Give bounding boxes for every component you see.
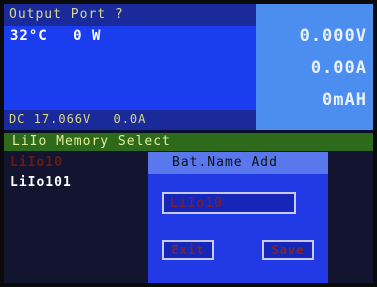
voltage-readout: 0.000V <box>299 26 367 46</box>
input-status-bar: DC 17.066V 0.0A <box>4 110 256 130</box>
output-panel: Output Port ? 32°C 0 W DC 17.066V 0.0A <box>4 4 256 130</box>
exit-button[interactable]: Exit <box>162 240 214 260</box>
device-screen: Output Port ? 32°C 0 W DC 17.066V 0.0A 0… <box>4 4 373 283</box>
save-button[interactable]: Save <box>262 240 314 260</box>
input-status: DC 17.066V 0.0A <box>9 112 160 126</box>
battery-name-dialog: Bat.Name Add LiIo10 Exit Save <box>148 152 328 283</box>
memory-list-item[interactable]: LiIo10 <box>10 155 63 170</box>
input-current: 0.0A <box>113 112 147 126</box>
memory-select-title: LiIo Memory Select <box>12 134 171 149</box>
save-button-label: Save <box>271 243 305 257</box>
battery-name-input[interactable]: LiIo10 <box>162 192 296 214</box>
capacity-readout: 0mAH <box>322 90 367 110</box>
memory-select-header: LiIo Memory Select <box>4 133 373 151</box>
input-voltage: DC 17.066V <box>9 112 92 126</box>
temperature-value: 32°C <box>10 28 48 44</box>
current-readout: 0.00A <box>310 58 367 78</box>
output-title-bar: Output Port ? <box>4 4 256 26</box>
dialog-title-bar: Bat.Name Add <box>148 152 328 174</box>
output-stats: 32°C 0 W <box>10 28 117 44</box>
exit-button-label: Exit <box>171 243 205 257</box>
readout-panel: 0.000V 0.00A 0mAH <box>256 4 373 130</box>
battery-name-value: LiIo10 <box>170 196 223 211</box>
dialog-title: Bat.Name Add <box>172 155 278 170</box>
power-value: 0 W <box>73 28 102 44</box>
memory-list-item[interactable]: LiIo101 <box>10 175 72 190</box>
output-port-title: Output Port ? <box>9 7 124 22</box>
